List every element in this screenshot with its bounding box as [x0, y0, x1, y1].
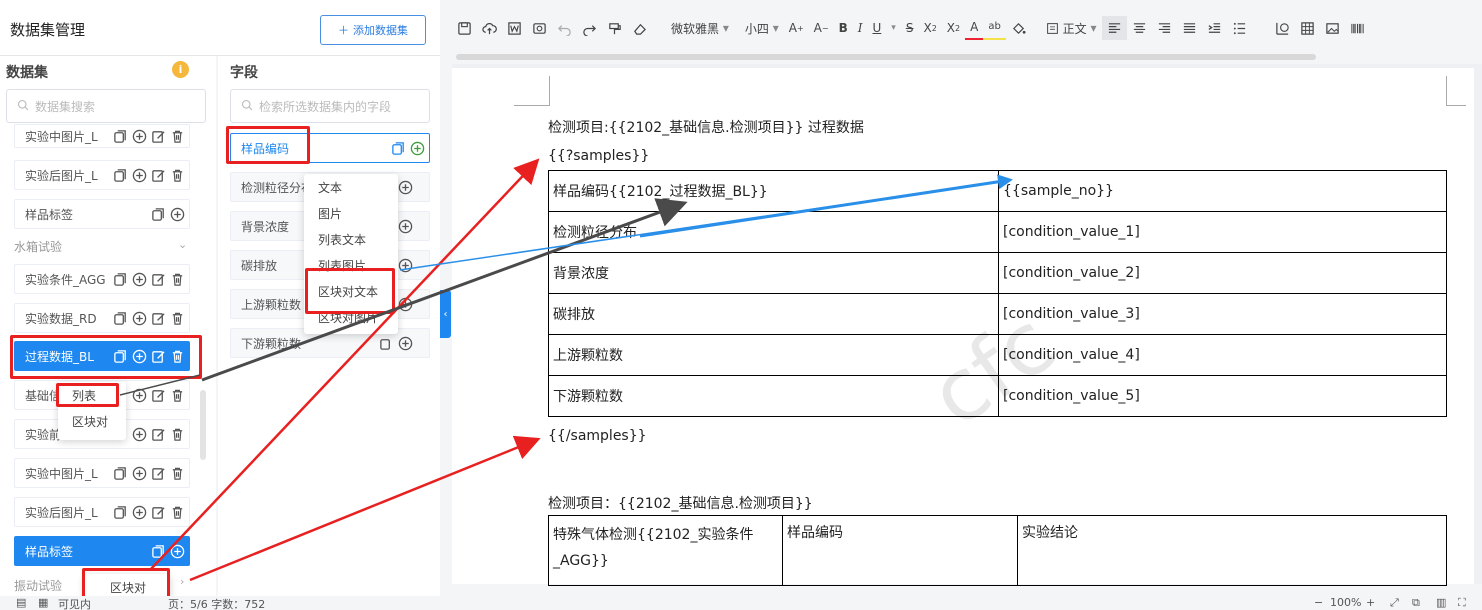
blue-arrow — [639, 178, 1011, 238]
zoom-out-icon[interactable]: − — [1314, 596, 1323, 609]
fullscreen-icon[interactable]: ⛶ — [1458, 596, 1466, 610]
red-arrow — [189, 435, 541, 582]
web-view-icon[interactable]: ▦ — [38, 596, 48, 609]
view-mode-label: 可见内 — [58, 598, 91, 610]
dark-arrow — [201, 198, 688, 382]
dark-arrow — [119, 374, 201, 396]
copy-page-icon[interactable]: ⧉ — [1412, 596, 1420, 610]
page-view-icon[interactable]: ▤ — [16, 596, 26, 609]
status-bar: ▤ ▦ 可见内 页：5/6 字数：752 − 100% + ⤢ ⧉ ▥ ⛶ — [0, 596, 1482, 610]
fit-page-icon[interactable]: ⤢ — [1390, 596, 1399, 610]
zoom-level: 100% — [1330, 596, 1362, 609]
page-info: 页：5/6 字数：752 — [168, 598, 266, 610]
red-arrow — [149, 158, 540, 571]
columns-icon[interactable]: ▥ — [1436, 596, 1446, 609]
zoom-in-icon[interactable]: + — [1366, 596, 1375, 609]
annotation-arrows — [119, 158, 1013, 582]
